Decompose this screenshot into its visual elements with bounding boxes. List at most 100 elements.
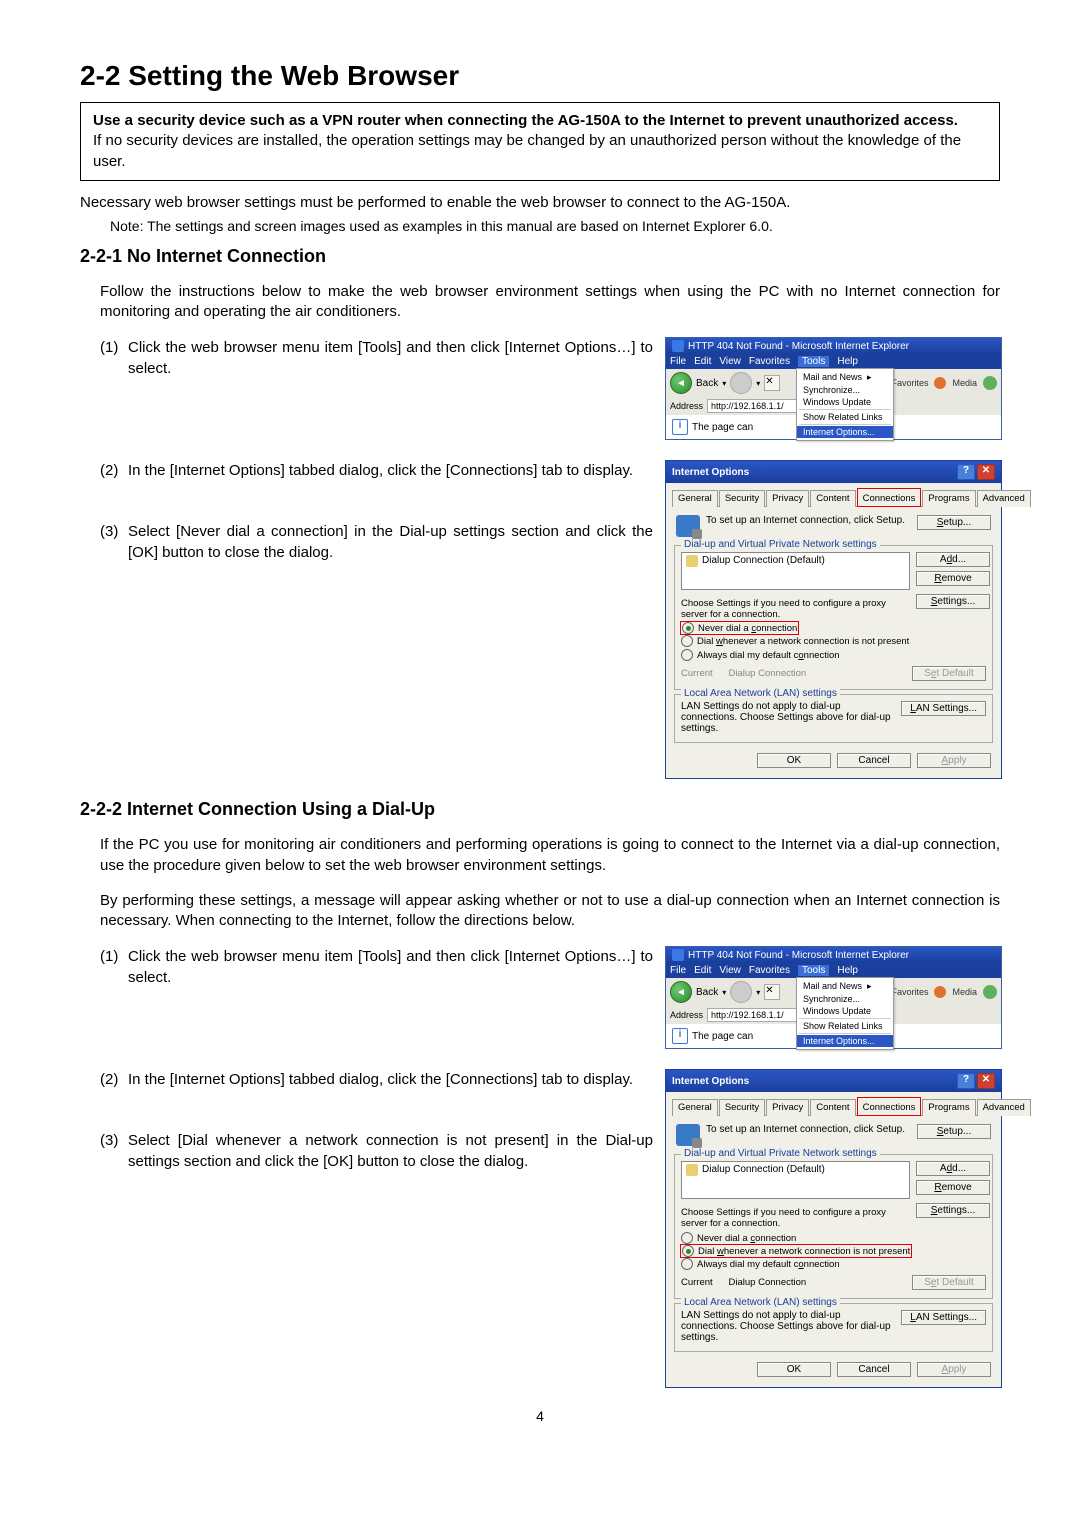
dd-internet-options[interactable]: Internet Options... (797, 426, 893, 438)
dd-mail[interactable]: Mail and News ▸ (797, 371, 893, 384)
menu-edit[interactable]: Edit (694, 356, 711, 367)
dd-wu[interactable]: Windows Update (797, 1005, 893, 1017)
close-button-icon[interactable]: ✕ (977, 464, 995, 480)
remove-button[interactable]: Remove (916, 1180, 990, 1195)
radio-dial-whenever[interactable]: Dial whenever a network connection is no… (681, 634, 986, 648)
menu-view[interactable]: View (719, 356, 741, 367)
tab-programs[interactable]: Programs (922, 490, 975, 507)
radio-never-dial[interactable]: Never dial a connection (681, 622, 798, 634)
tab-general[interactable]: General (672, 1099, 718, 1116)
dd-internet-options[interactable]: Internet Options... (797, 1035, 893, 1047)
forward-button-icon[interactable] (730, 372, 752, 394)
tab-security[interactable]: Security (719, 490, 765, 507)
tab-general[interactable]: General (672, 490, 718, 507)
dialup-listbox[interactable]: Dialup Connection (Default) (681, 552, 910, 590)
settings-button[interactable]: Settings... (916, 594, 990, 609)
globe-icon (676, 1124, 700, 1146)
remove-button[interactable]: Remove (916, 571, 990, 586)
tab-privacy[interactable]: Privacy (766, 1099, 809, 1116)
sec221-step2: In the [Internet Options] tabbed dialog,… (128, 460, 653, 481)
dialup-listbox[interactable]: Dialup Connection (Default) (681, 1161, 910, 1199)
choose-text: Choose Settings if you need to configure… (681, 598, 910, 620)
radio-dial-whenever[interactable]: Dial whenever a network connection is no… (681, 1245, 911, 1257)
back-button-icon[interactable]: ◄ (670, 372, 692, 394)
note-text: Note: The settings and screen images use… (80, 217, 1000, 236)
dd-wu[interactable]: Windows Update (797, 396, 893, 408)
dialup-entry: Dialup Connection (Default) (702, 555, 825, 566)
tab-content[interactable]: Content (810, 1099, 855, 1116)
tab-advanced[interactable]: Advanced (977, 1099, 1031, 1116)
lan-text: LAN Settings do not apply to dial-up con… (681, 701, 895, 734)
menu-view[interactable]: View (719, 965, 741, 976)
media-icon (934, 986, 946, 998)
dd-sync[interactable]: Synchronize... (797, 384, 893, 396)
cancel-button[interactable]: Cancel (837, 753, 911, 768)
stop-button-icon[interactable]: ✕ (764, 375, 780, 391)
dial-connection-icon (686, 1164, 698, 1176)
cancel-button[interactable]: Cancel (837, 1362, 911, 1377)
ok-button[interactable]: OK (757, 1362, 831, 1377)
setup-button[interactable]: Setup... (917, 1124, 991, 1139)
sec222-step3: Select [Dial whenever a network connecti… (128, 1130, 653, 1172)
menu-help[interactable]: Help (837, 965, 858, 976)
dd-related[interactable]: Show Related Links (797, 1020, 893, 1032)
ie-window-screenshot-2: HTTP 404 Not Found - Microsoft Internet … (665, 946, 1002, 1049)
page-number: 4 (80, 1408, 1000, 1424)
add-button[interactable]: Add... (916, 1161, 990, 1176)
apply-button: Apply (917, 753, 991, 768)
lan-settings-button[interactable]: LAN Settings... (901, 701, 986, 716)
help-button-icon[interactable]: ? (957, 464, 975, 480)
ie-logo-icon (672, 340, 684, 352)
menu-tools[interactable]: Tools (798, 356, 829, 367)
menu-edit[interactable]: Edit (694, 965, 711, 976)
dd-related[interactable]: Show Related Links (797, 411, 893, 423)
step-num-3: (3) (100, 521, 128, 563)
menu-favorites[interactable]: Favorites (749, 356, 790, 367)
step-num-1: (1) (100, 337, 128, 379)
menu-file[interactable]: File (670, 356, 686, 367)
radio-never-dial[interactable]: Never dial a connection (681, 1231, 986, 1245)
radio-always-dial[interactable]: Always dial my default connection (681, 1257, 986, 1271)
addr-label: Address (670, 401, 703, 411)
fav-label[interactable]: Favorites (891, 378, 928, 388)
internet-options-dialog-2: Internet Options ? ✕ General Security Pr… (665, 1069, 1002, 1388)
setup-button[interactable]: Setup... (917, 515, 991, 530)
close-button-icon[interactable]: ✕ (977, 1073, 995, 1089)
menu-tools[interactable]: Tools (798, 965, 829, 976)
dd-mail[interactable]: Mail and News ▸ (797, 980, 893, 993)
radio-always-dial[interactable]: Always dial my default connection (681, 648, 986, 662)
page-cannot-text: The page can (692, 422, 753, 433)
ok-button[interactable]: OK (757, 753, 831, 768)
history-icon[interactable] (983, 985, 997, 999)
sec221-body: Follow the instructions below to make th… (80, 282, 1000, 323)
tab-security[interactable]: Security (719, 1099, 765, 1116)
step-num-2b: (2) (100, 1069, 128, 1090)
radio-icon (681, 1232, 693, 1244)
lan-settings-button[interactable]: LAN Settings... (901, 1310, 986, 1325)
ie-window-screenshot-1: HTTP 404 Not Found - Microsoft Internet … (665, 337, 1002, 440)
stop-button-icon[interactable]: ✕ (764, 984, 780, 1000)
add-button[interactable]: Add... (916, 552, 990, 567)
back-button-icon[interactable]: ◄ (670, 981, 692, 1003)
forward-button-icon[interactable] (730, 981, 752, 1003)
tab-content[interactable]: Content (810, 490, 855, 507)
info-icon: i (672, 419, 688, 435)
internet-options-dialog-1: Internet Options ? ✕ General Security Pr… (665, 460, 1002, 779)
tab-connections[interactable]: Connections (857, 1097, 922, 1116)
tab-advanced[interactable]: Advanced (977, 490, 1031, 507)
tab-programs[interactable]: Programs (922, 1099, 975, 1116)
menu-favorites[interactable]: Favorites (749, 965, 790, 976)
media-label[interactable]: Media (952, 378, 977, 388)
set-default-button: Set Default (912, 1275, 986, 1290)
settings-button[interactable]: Settings... (916, 1203, 990, 1218)
tab-privacy[interactable]: Privacy (766, 490, 809, 507)
help-button-icon[interactable]: ? (957, 1073, 975, 1089)
radio-icon (681, 649, 693, 661)
menu-file[interactable]: File (670, 965, 686, 976)
menu-help[interactable]: Help (837, 356, 858, 367)
warning-bold: Use a security device such as a VPN rout… (93, 112, 958, 129)
tab-connections[interactable]: Connections (857, 488, 922, 507)
dd-sync[interactable]: Synchronize... (797, 993, 893, 1005)
ie-toolbar: ◄ Back ▾ ▾ ✕ Mail and News ▸ Synchronize… (666, 369, 1001, 397)
history-icon[interactable] (983, 376, 997, 390)
